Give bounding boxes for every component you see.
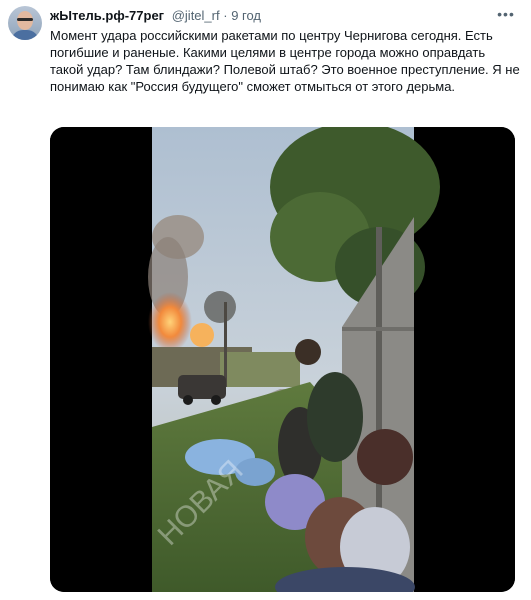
tweet-text: Момент удара российскими ракетами по цен… [50,28,520,94]
user-handle[interactable]: @jitel_rf [172,8,220,23]
avatar[interactable] [8,6,42,40]
separator-dot: · [223,8,228,23]
tweet-timestamp[interactable]: 9 год [231,8,261,23]
video-media[interactable]: НОВАЯ [50,127,515,592]
avatar-glasses [17,18,33,21]
avatar-shirt [11,30,39,40]
display-name[interactable]: жЫтель.рф-77рег [50,8,164,23]
tweet[interactable]: жЫтель.рф-77рег @jitel_rf · 9 год ••• Мо… [0,0,531,600]
video-frame: НОВАЯ [50,127,515,592]
tweet-header: жЫтель.рф-77рег @jitel_rf · 9 год [50,7,501,25]
more-horizontal-icon[interactable]: ••• [497,5,515,23]
